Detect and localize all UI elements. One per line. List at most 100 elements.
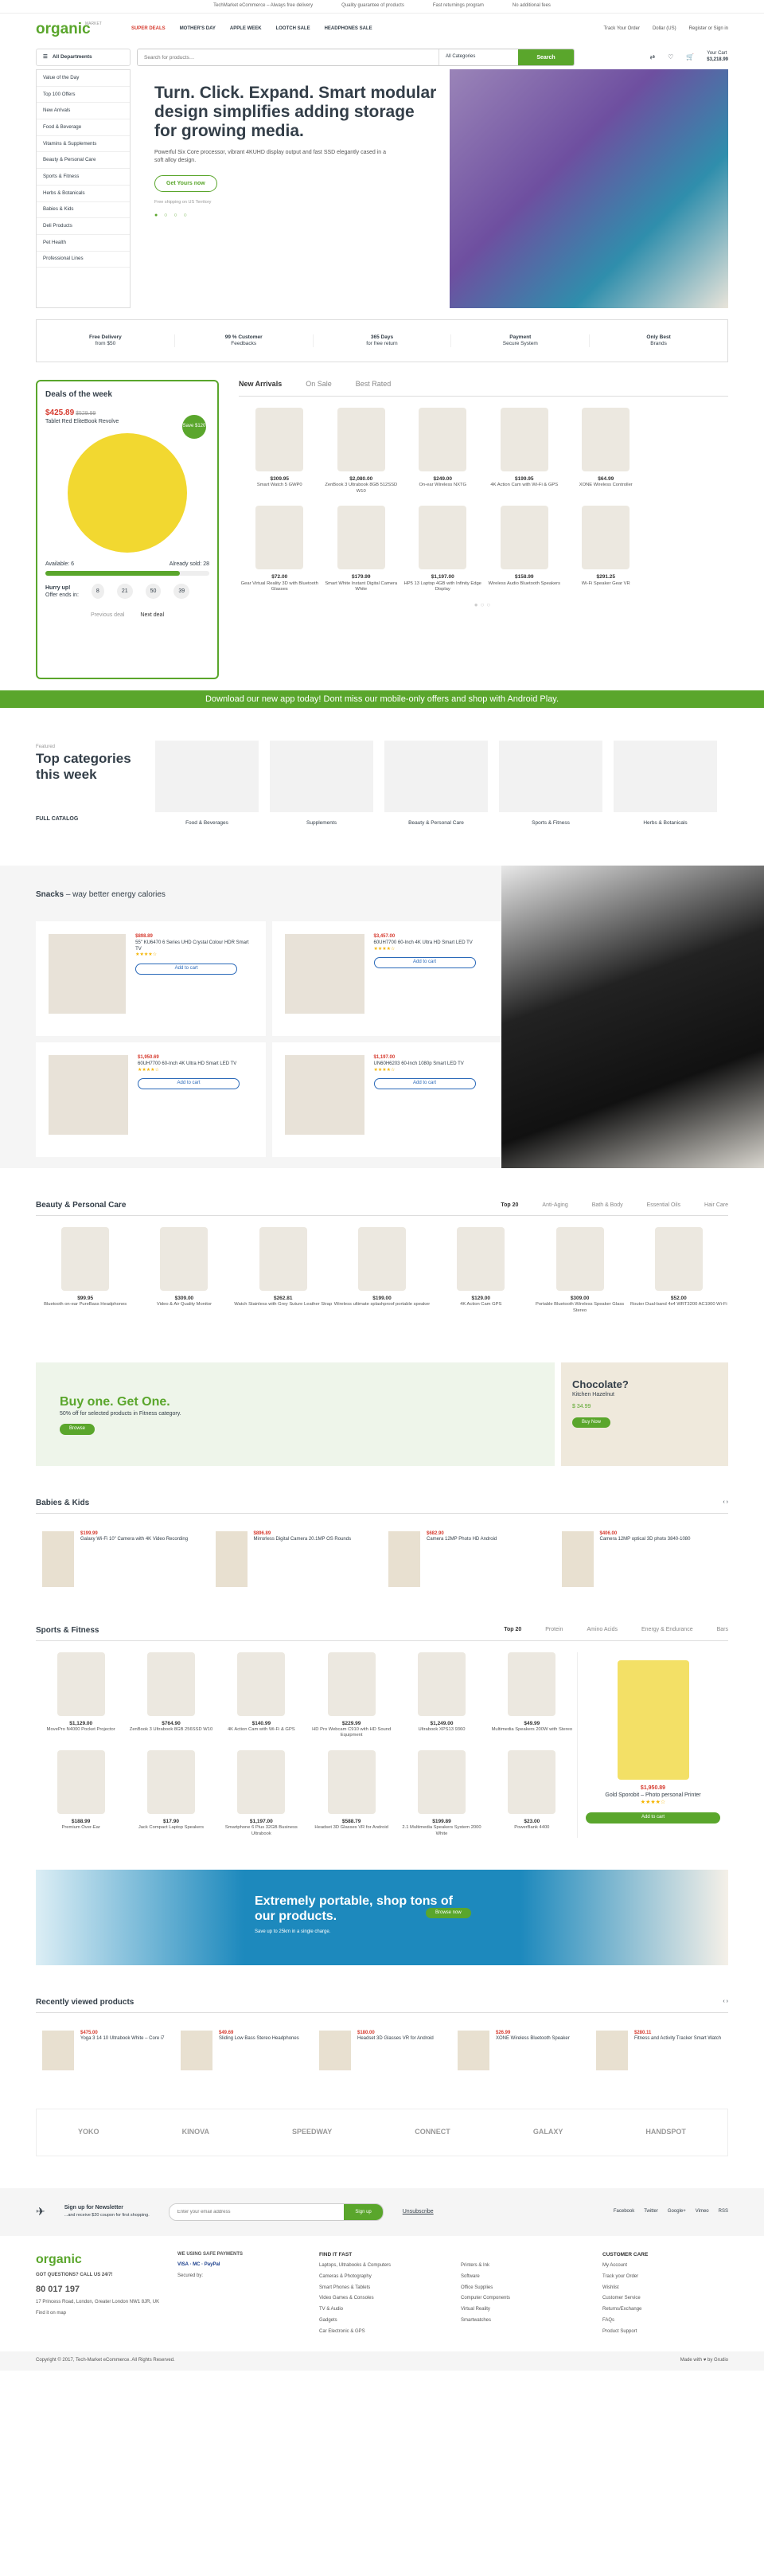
buy-now-button[interactable]: Buy Now xyxy=(572,1417,611,1429)
chocolate-banner[interactable]: Chocolate? Kitchen Hazelnut $ 34.99 Buy Now xyxy=(561,1362,728,1466)
departments-button[interactable]: ☰ All Departments xyxy=(36,49,131,66)
portable-banner[interactable]: Extremely portable, shop tons of our pro… xyxy=(36,1869,728,1965)
product-card[interactable]: $1,197.00 HP5 13 Laptop 4GB with Infinity… xyxy=(402,506,484,593)
sidebar-item[interactable]: Professional Lines xyxy=(37,252,130,268)
deal-link[interactable]: HEADPHONES SALE xyxy=(325,26,372,33)
product-card[interactable]: $199.00 Wireless ultimate splashproof por… xyxy=(333,1227,431,1315)
snack-card[interactable]: $1,950.69 60UH7700 60-Inch 4K Ultra HD Sm… xyxy=(36,1042,266,1157)
signup-button[interactable]: Sign up xyxy=(344,2203,383,2220)
unsubscribe-link[interactable]: Unsubscribe xyxy=(403,2208,434,2215)
sidebar-item[interactable]: Babies & Kids xyxy=(37,202,130,219)
sidebar-item[interactable]: Vitamins & Supplements xyxy=(37,136,130,153)
deal-link[interactable]: LOOTCH SALE xyxy=(276,26,310,33)
product-card[interactable]: $764.90 ZenBook 3 Ultrabook 8GB 256SSD W1… xyxy=(126,1652,216,1740)
product-card[interactable]: $1,249.00 Ultrabook XPS13 9360 xyxy=(396,1652,486,1740)
snack-card[interactable]: $1,197.00 UN60H6203 60-Inch 1080p Smart L… xyxy=(271,1042,501,1157)
product-card[interactable]: $229.99 HD Pro Webcam C910 with HD Sound … xyxy=(306,1652,396,1740)
sidebar-item[interactable]: Value of the Day xyxy=(37,70,130,87)
arrows[interactable]: ‹ › xyxy=(723,1499,728,1506)
category-item[interactable]: Food & Beverages xyxy=(155,740,259,827)
cart-icon[interactable]: 🛒 xyxy=(686,53,694,61)
product-card[interactable]: $179.99 Smart White Instant Digital Camer… xyxy=(321,506,403,593)
category-item[interactable]: Supplements xyxy=(270,740,373,827)
product-card[interactable]: $309.00 Portable Bluetooth Wireless Speak… xyxy=(530,1227,629,1315)
product-card[interactable]: $249.00 On-ear Wireless NXTG xyxy=(402,407,484,495)
category-item[interactable]: Herbs & Botanicals xyxy=(614,740,717,827)
sidebar-item[interactable]: Sports & Fitness xyxy=(37,169,130,186)
bogo-banner[interactable]: Buy one. Get One. 50% off for selected pr… xyxy=(36,1362,555,1466)
prev-deal[interactable]: Previous deal xyxy=(91,612,124,619)
product-card[interactable] xyxy=(647,407,729,495)
sidebar-item[interactable]: Herbs & Botanicals xyxy=(37,186,130,202)
track-order-link[interactable]: Track Your Order xyxy=(604,26,640,33)
snack-card[interactable]: $3,457.00 60UH7700 60-Inch 4K Ultra HD Sm… xyxy=(271,921,501,1036)
brand-logo[interactable]: SPEEDWAY xyxy=(292,2128,332,2137)
full-catalog-link[interactable]: FULL CATALOG xyxy=(36,815,155,823)
product-card[interactable]: $199.95 4K Action Cam with Wi-Fi & GPS xyxy=(484,407,566,495)
carousel-dots[interactable]: ●○○ xyxy=(239,601,728,609)
sidebar-item[interactable]: Top 100 Offers xyxy=(37,87,130,104)
wishlist-icon[interactable]: ♡ xyxy=(668,53,673,61)
search-button[interactable]: Search xyxy=(518,49,574,65)
deal-link[interactable]: APPLE WEEK xyxy=(230,26,262,33)
deal-link[interactable]: MOTHER'S DAY xyxy=(180,26,216,33)
browse-now-button[interactable]: Browse now xyxy=(426,1907,471,1919)
hero-button[interactable]: Get Yours now xyxy=(154,174,217,192)
brand-logo[interactable]: GALAXY xyxy=(533,2128,563,2137)
brand-logo[interactable]: HANDSPOT xyxy=(645,2128,686,2137)
add-to-cart-button[interactable]: Add to cart xyxy=(373,957,476,969)
add-to-cart-button[interactable]: Add to cart xyxy=(373,1078,476,1090)
featured-product[interactable]: $1,950.89 Gold Sporobit – Photo personal … xyxy=(577,1652,728,1838)
product-card[interactable]: $896.89 Mirrorless Digital Camera 20.1MP … xyxy=(209,1525,383,1593)
product-card[interactable]: $26.99 XONE Wireless Bluetooth Speaker xyxy=(451,2024,590,2077)
product-card[interactable]: $1,197.00 Smartphone 6 Plus 32GB Business… xyxy=(216,1750,306,1838)
product-card[interactable]: $588.79 Headset 3D Glasses VR for Android xyxy=(306,1750,396,1838)
tab[interactable]: On Sale xyxy=(306,380,332,389)
login-link[interactable]: Register or Sign in xyxy=(689,26,728,33)
compare-icon[interactable]: ⇄ xyxy=(649,53,655,61)
product-card[interactable]: $23.00 PowerBank 4400 xyxy=(487,1750,577,1838)
product-card[interactable]: $406.00 Camera 12MP optical 3D photo 3840… xyxy=(555,1525,729,1593)
product-card[interactable]: $280.11 Fitness and Activity Tracker Smar… xyxy=(590,2024,728,2077)
tab[interactable]: New Arrivals xyxy=(239,380,282,389)
product-card[interactable]: $49.69 Sliding Low Bass Stereo Headphones xyxy=(174,2024,313,2077)
product-card[interactable]: $140.99 4K Action Cam with Wi-Fi & GPS xyxy=(216,1652,306,1740)
category-select[interactable]: All Categories xyxy=(439,49,518,65)
product-card[interactable]: $2,080.00 ZenBook 3 Ultrabook 8GB 512SSD … xyxy=(321,407,403,495)
product-card[interactable]: $129.00 4K Action Cam GPS xyxy=(431,1227,530,1315)
cart-total[interactable]: Your Cart $3,218.99 xyxy=(707,51,728,64)
product-card[interactable]: $199.89 2.1 Multimedia Speakers System 20… xyxy=(396,1750,486,1838)
product-card[interactable]: $64.99 XONE Wireless Controller xyxy=(565,407,647,495)
category-item[interactable]: Beauty & Personal Care xyxy=(384,740,488,827)
brand-logo[interactable]: KINOVA xyxy=(182,2128,209,2137)
product-card[interactable]: $180.00 Headset 3D Glasses VR for Android xyxy=(313,2024,451,2077)
sidebar-item[interactable]: Food & Beverage xyxy=(37,119,130,136)
sidebar-item[interactable]: Deli Products xyxy=(37,218,130,235)
next-deal[interactable]: Next deal xyxy=(140,612,164,619)
add-to-cart-button[interactable]: Add to cart xyxy=(586,1812,720,1824)
product-card[interactable]: $17.90 Jack Compact Laptop Speakers xyxy=(126,1750,216,1838)
product-card[interactable]: $49.99 Multimedia Speakers 200W with Ster… xyxy=(487,1652,577,1740)
product-card[interactable]: $309.00 Video & Air Quality Monitor xyxy=(134,1227,233,1315)
brand-logo[interactable]: YOKO xyxy=(78,2128,99,2137)
newsletter-email-input[interactable] xyxy=(169,2203,345,2220)
product-card[interactable]: $188.99 Premium Over-Ear xyxy=(36,1750,126,1838)
deal-link[interactable]: SUPER DEALS xyxy=(131,26,166,33)
brand-logo[interactable]: CONNECT xyxy=(415,2128,450,2137)
snack-card[interactable]: $898.89 55" KU6470 6 Series UHD Crystal C… xyxy=(36,921,266,1036)
product-card[interactable]: $262.81 Watch Stainless with Grey Suture … xyxy=(234,1227,333,1315)
add-to-cart-button[interactable]: Add to cart xyxy=(138,1078,240,1090)
product-card[interactable]: $475.00 Yoga 3 14 10 Ultrabook White – Co… xyxy=(36,2024,174,2077)
product-card[interactable]: $158.99 Wireless Audio Bluetooth Speakers xyxy=(484,506,566,593)
sidebar-item[interactable]: Pet Health xyxy=(37,235,130,252)
product-card[interactable]: $52.00 Router Dual-band 4x4 WRT3200 AC190… xyxy=(630,1227,728,1315)
currency-select[interactable]: Dollar (US) xyxy=(653,26,676,33)
browse-button[interactable]: Browse xyxy=(60,1424,96,1436)
product-card[interactable]: $291.25 Wi-Fi Speaker Gear VR xyxy=(565,506,647,593)
product-card[interactable]: $199.99 Galaxy Wi-Fi 10" Camera with 4K V… xyxy=(36,1525,209,1593)
search-input[interactable] xyxy=(138,49,439,65)
sidebar-item[interactable]: New Arrivals xyxy=(37,103,130,120)
product-card[interactable]: $99.95 Bluetooth on-ear PureBass Headphon… xyxy=(36,1227,134,1315)
category-item[interactable]: Sports & Fitness xyxy=(499,740,602,827)
tab[interactable]: Best Rated xyxy=(356,380,392,389)
